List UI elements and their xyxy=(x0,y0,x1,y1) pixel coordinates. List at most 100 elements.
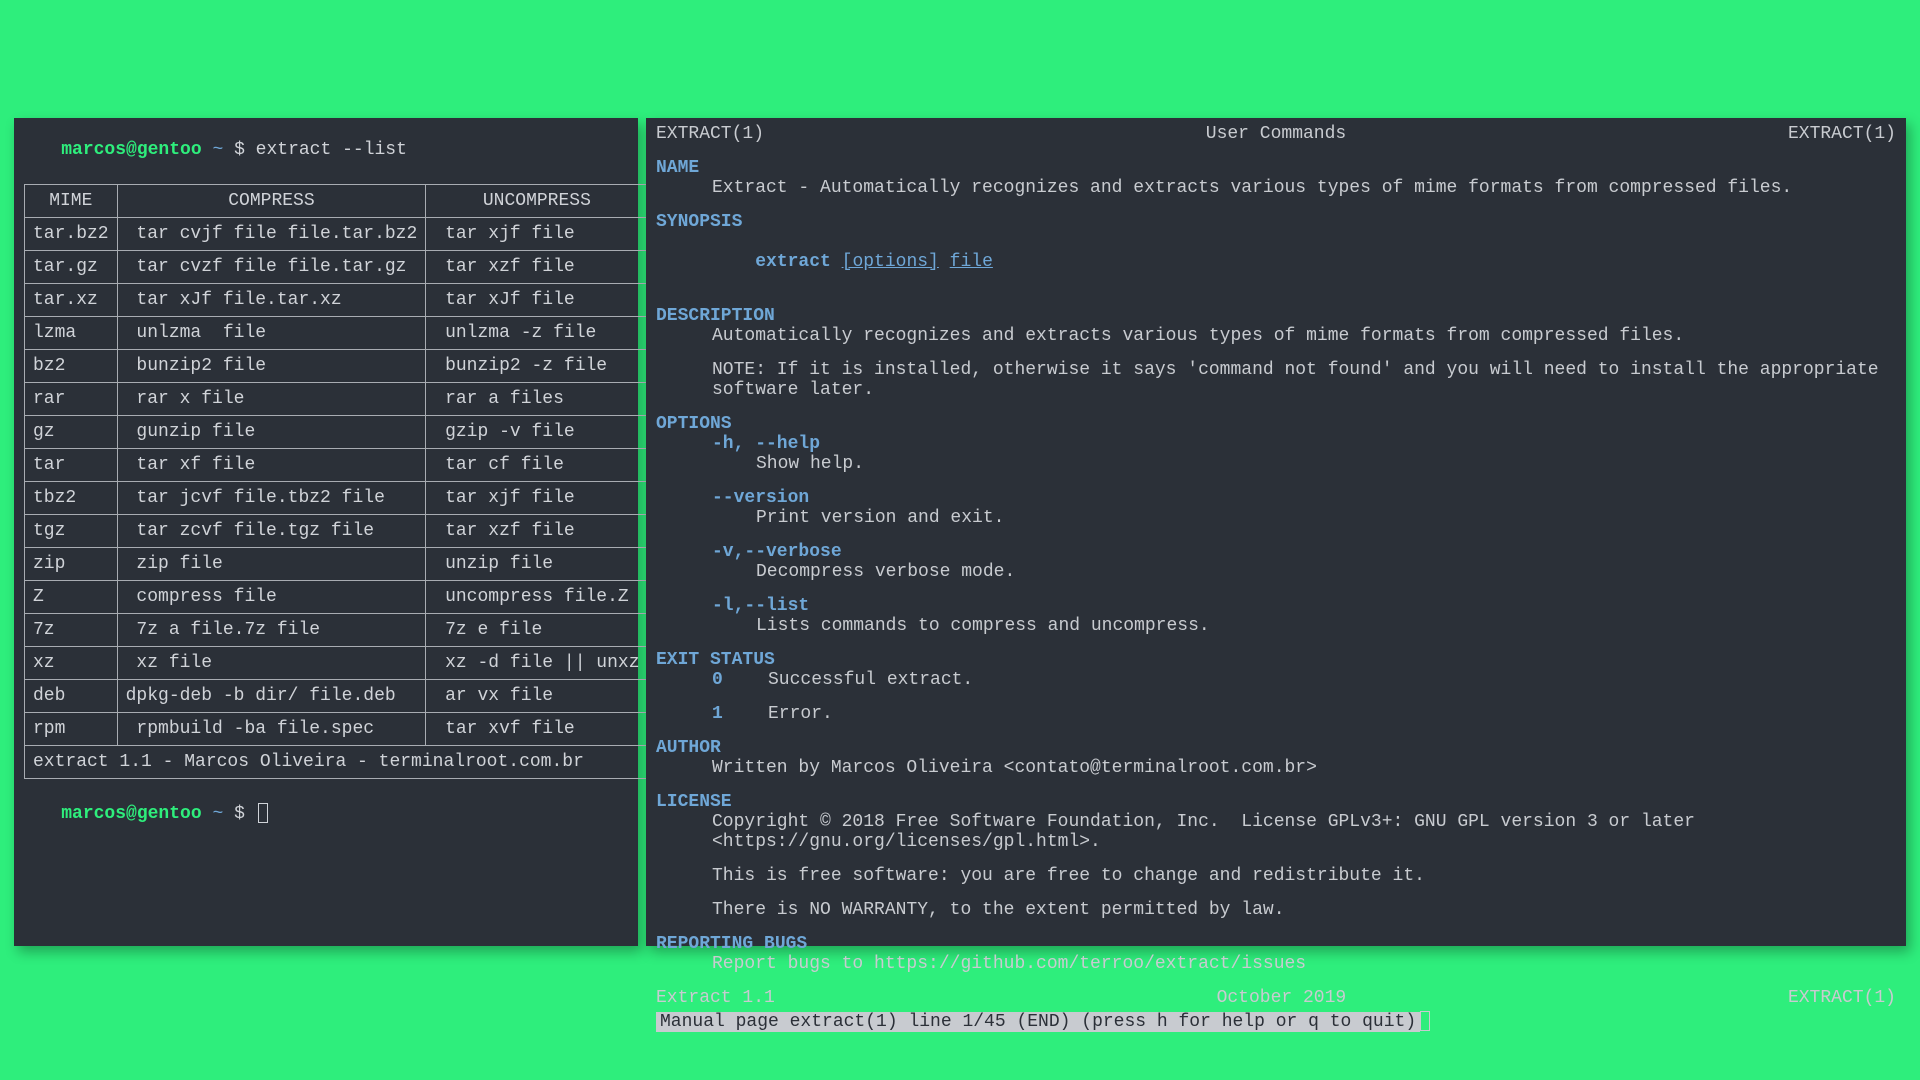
cell-compress: tar zcvf file.tgz file xyxy=(117,515,426,548)
cell-uncompress: tar xzf file xyxy=(426,515,648,548)
table-row: rar rar x file rar a files xyxy=(25,383,649,416)
table-row: tbz2 tar jcvf file.tbz2 file tar xjf fil… xyxy=(25,482,649,515)
prompt-user: marcos@gentoo xyxy=(61,804,201,824)
cell-uncompress: tar xJf file xyxy=(426,284,648,317)
cell-uncompress: gzip -v file xyxy=(426,416,648,449)
man-header: EXTRACT(1) User Commands EXTRACT(1) xyxy=(656,124,1896,144)
synopsis-options: [options] xyxy=(842,252,939,272)
cell-compress: dpkg-deb -b dir/ file.deb xyxy=(117,680,426,713)
cell-uncompress: tar xvf file xyxy=(426,713,648,746)
section-exit-status: EXIT STATUS xyxy=(656,650,1896,670)
license-line-2: This is free software: you are free to c… xyxy=(712,866,1896,886)
prompt-line-2[interactable]: marcos@gentoo ~ $ xyxy=(18,783,634,844)
cell-uncompress: tar xjf file xyxy=(426,482,648,515)
table-row: tgz tar zcvf file.tgz file tar xzf file xyxy=(25,515,649,548)
exit-status-row: 1Error. xyxy=(656,704,1896,724)
prompt-user: marcos@gentoo xyxy=(61,140,201,160)
name-text: Extract - Automatically recognizes and e… xyxy=(712,178,1896,198)
cell-mime: rpm xyxy=(25,713,118,746)
cell-mime: tar.bz2 xyxy=(25,218,118,251)
table-row: rpm rpmbuild -ba file.spec tar xvf file xyxy=(25,713,649,746)
cell-uncompress: bunzip2 -z file xyxy=(426,350,648,383)
section-license: LICENSE xyxy=(656,792,1896,812)
bugs-text: Report bugs to https://github.com/terroo… xyxy=(712,954,1896,974)
cell-uncompress: unzip file xyxy=(426,548,648,581)
cell-compress: xz file xyxy=(117,647,426,680)
man-footer-center: October 2019 xyxy=(1217,988,1347,1008)
synopsis-file: file xyxy=(950,252,993,272)
table-row: gz gunzip file gzip -v file xyxy=(25,416,649,449)
table-footer: extract 1.1 - Marcos Oliveira - terminal… xyxy=(25,746,649,779)
cell-uncompress: tar xzf file xyxy=(426,251,648,284)
section-reporting-bugs: REPORTING BUGS xyxy=(656,934,1896,954)
man-header-center: User Commands xyxy=(1206,124,1346,144)
table-row: tar.gz tar cvzf file file.tar.gz tar xzf… xyxy=(25,251,649,284)
option-text: Lists commands to compress and uncompres… xyxy=(756,616,1896,636)
prompt-path: ~ xyxy=(202,140,234,160)
option-text: Print version and exit. xyxy=(756,508,1896,528)
option-flag: -h, --help xyxy=(712,434,1896,454)
author-text: Written by Marcos Oliveira <contato@term… xyxy=(712,758,1896,778)
cell-compress: tar cvjf file file.tar.bz2 xyxy=(117,218,426,251)
cell-mime: tar xyxy=(25,449,118,482)
col-uncompress: UNCOMPRESS xyxy=(426,185,648,218)
cell-uncompress: unlzma -z file xyxy=(426,317,648,350)
section-author: AUTHOR xyxy=(656,738,1896,758)
man-status-bar: Manual page extract(1) line 1/45 (END) (… xyxy=(656,1012,1420,1032)
cell-mime: tgz xyxy=(25,515,118,548)
option-flag: --version xyxy=(712,488,1896,508)
section-name: NAME xyxy=(656,158,1896,178)
exit-code: 1 xyxy=(712,704,768,724)
prompt-dollar: $ xyxy=(234,804,256,824)
cell-mime: 7z xyxy=(25,614,118,647)
option-flag: -l,--list xyxy=(712,596,1896,616)
cell-mime: lzma xyxy=(25,317,118,350)
cell-compress: tar jcvf file.tbz2 file xyxy=(117,482,426,515)
cell-compress: rpmbuild -ba file.spec xyxy=(117,713,426,746)
cell-mime: gz xyxy=(25,416,118,449)
exit-text: Error. xyxy=(768,704,833,724)
section-description: DESCRIPTION xyxy=(656,306,1896,326)
license-line-1: Copyright © 2018 Free Software Foundatio… xyxy=(712,812,1896,852)
cell-compress: unlzma file xyxy=(117,317,426,350)
option-text: Show help. xyxy=(756,454,1896,474)
man-header-right: EXTRACT(1) xyxy=(1788,124,1896,144)
terminal-left[interactable]: marcos@gentoo ~ $ extract --list MIME CO… xyxy=(14,118,638,946)
mime-table: MIME COMPRESS UNCOMPRESS tar.bz2 tar cvj… xyxy=(24,184,649,779)
table-row: tar.bz2 tar cvjf file file.tar.bz2 tar x… xyxy=(25,218,649,251)
exit-code: 0 xyxy=(712,670,768,690)
cell-mime: bz2 xyxy=(25,350,118,383)
terminal-right-manpage[interactable]: EXTRACT(1) User Commands EXTRACT(1) NAME… xyxy=(646,118,1906,946)
option-flag: -v,--verbose xyxy=(712,542,1896,562)
cell-compress: tar xJf file.tar.xz xyxy=(117,284,426,317)
cell-mime: tar.xz xyxy=(25,284,118,317)
table-row: 7z 7z a file.7z file 7z e file xyxy=(25,614,649,647)
section-options: OPTIONS xyxy=(656,414,1896,434)
cell-compress: compress file xyxy=(117,581,426,614)
table-row: tar tar xf file tar cf file xyxy=(25,449,649,482)
prompt-path: ~ xyxy=(202,804,234,824)
synopsis-cmd: extract xyxy=(755,252,841,272)
cell-mime: rar xyxy=(25,383,118,416)
col-mime: MIME xyxy=(25,185,118,218)
cell-uncompress: tar xjf file xyxy=(426,218,648,251)
table-row: tar.xz tar xJf file.tar.xz tar xJf file xyxy=(25,284,649,317)
section-synopsis: SYNOPSIS xyxy=(656,212,1896,232)
cell-mime: tar.gz xyxy=(25,251,118,284)
option-text: Decompress verbose mode. xyxy=(756,562,1896,582)
cell-mime: Z xyxy=(25,581,118,614)
description-note: NOTE: If it is installed, otherwise it s… xyxy=(712,360,1896,400)
table-row: xz xz file xz -d file || unxz xyxy=(25,647,649,680)
cell-uncompress: xz -d file || unxz xyxy=(426,647,648,680)
cell-compress: 7z a file.7z file xyxy=(117,614,426,647)
cell-compress: tar xf file xyxy=(117,449,426,482)
license-line-3: There is NO WARRANTY, to the extent perm… xyxy=(712,900,1896,920)
cell-compress: rar x file xyxy=(117,383,426,416)
description-text: Automatically recognizes and extracts va… xyxy=(712,326,1896,346)
cursor-icon xyxy=(258,803,268,823)
cell-uncompress: 7z e file xyxy=(426,614,648,647)
prompt-line-1: marcos@gentoo ~ $ extract --list xyxy=(18,120,634,180)
table-row: bz2 bunzip2 file bunzip2 -z file xyxy=(25,350,649,383)
cell-mime: xz xyxy=(25,647,118,680)
table-row: lzma unlzma file unlzma -z file xyxy=(25,317,649,350)
